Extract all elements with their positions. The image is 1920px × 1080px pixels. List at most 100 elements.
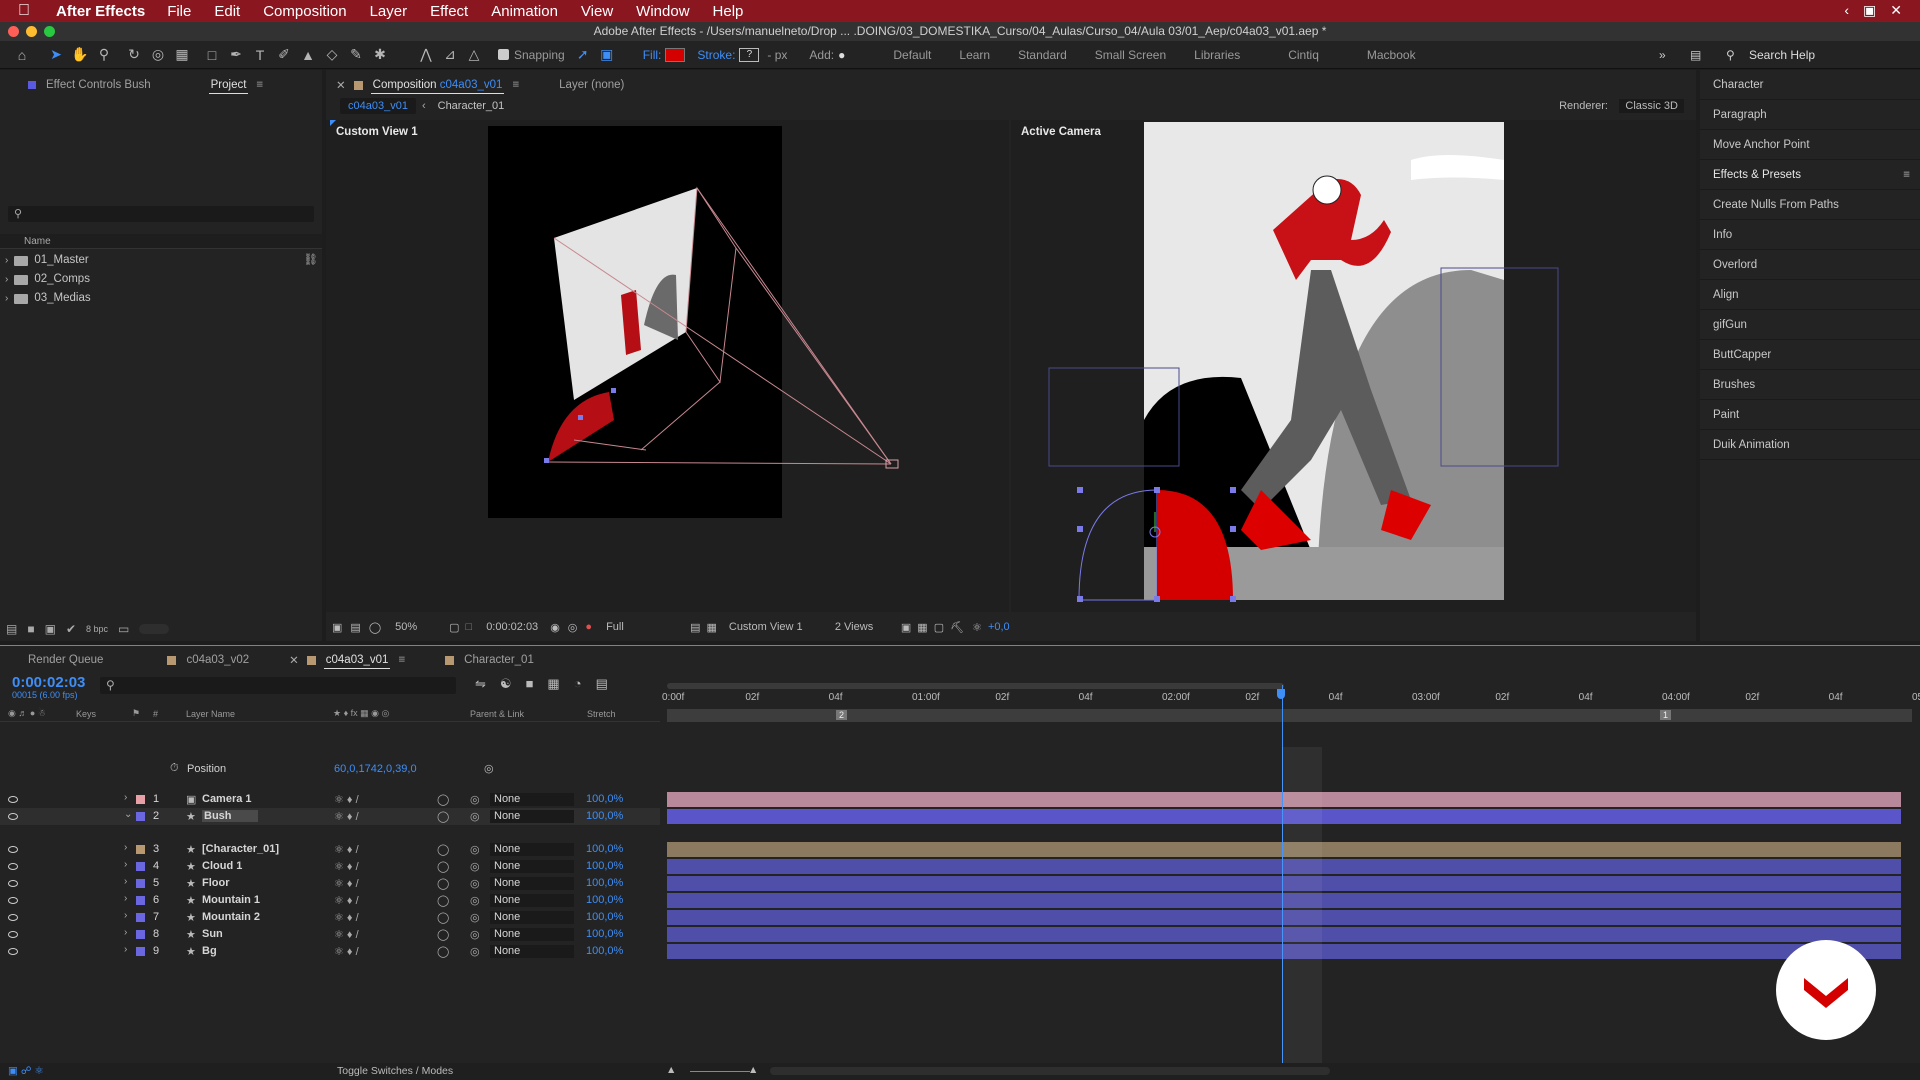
pick-whip-icon[interactable]: ◎ <box>470 928 480 941</box>
snap-edges-icon[interactable]: ➚ <box>573 45 593 65</box>
tab-project[interactable]: Project <box>201 74 257 96</box>
panel-paragraph[interactable]: Paragraph <box>1700 100 1920 130</box>
time-ruler[interactable]: 2 1 0:00f 02f 04f 01:00f 02f 04f 02:00f 02f 04f 0… <box>660 675 1920 723</box>
panel-menu-icon[interactable]: ≡ <box>256 79 263 91</box>
menu-window[interactable]: Window <box>636 3 689 20</box>
label-color[interactable] <box>136 845 145 854</box>
panel-menu-icon[interactable]: ≡ <box>398 654 405 666</box>
eraser-tool-icon[interactable]: ◇ <box>322 45 342 65</box>
new-folder-icon[interactable]: ■ <box>27 622 34 636</box>
tab-composition[interactable]: Composition c04a03_v01 <box>363 74 513 96</box>
panel-buttcapper[interactable]: ButtCapper <box>1700 340 1920 370</box>
workspace-panel-icon[interactable]: ▤ <box>1690 48 1701 62</box>
switches-column-icon[interactable]: ★ ♦ fx ▦ ◉ ◎ <box>333 708 389 719</box>
thumbnail-slider[interactable] <box>139 624 170 634</box>
crumb-comp[interactable]: c04a03_v01 <box>340 98 416 114</box>
eye-icon[interactable] <box>8 863 18 870</box>
switches-icon[interactable]: ⚛ ♦ / <box>334 810 359 823</box>
chevron-right-icon[interactable]: › <box>5 251 8 270</box>
playhead-handle[interactable] <box>1277 689 1285 699</box>
chevron-right-icon[interactable]: › <box>124 842 127 853</box>
graph-editor-icon[interactable]: ▤ <box>596 676 608 692</box>
tab-character-01[interactable]: Character_01 <box>454 649 544 671</box>
region-icon[interactable]: □ <box>466 621 473 633</box>
active-camera-viewer[interactable]: Active Camera <box>1011 120 1696 612</box>
current-time[interactable]: 0:00:02:03 <box>486 621 538 633</box>
tab-render-queue[interactable]: Render Queue <box>18 649 113 671</box>
list-item[interactable]: › 01_Master ⛓ <box>0 251 322 270</box>
local-axis-icon[interactable]: ⋀ <box>416 45 436 65</box>
stretch-value[interactable]: 100,0% <box>586 843 623 855</box>
pan-behind-icon[interactable]: ▦ <box>172 45 192 65</box>
timeline-timecode[interactable]: 0:00:02:03 <box>12 674 85 691</box>
active-camera-canvas[interactable] <box>1011 120 1696 612</box>
parent-dropdown[interactable]: None <box>490 810 574 823</box>
eye-icon[interactable] <box>8 846 18 853</box>
label-color[interactable] <box>136 913 145 922</box>
chevron-right-icon[interactable]: › <box>124 910 127 921</box>
flowchart-icon[interactable]: ⛏ <box>950 621 964 634</box>
label-color[interactable] <box>136 879 145 888</box>
pick-whip-icon[interactable]: ◎ <box>470 894 480 907</box>
label-color[interactable] <box>136 896 145 905</box>
zoom-out-icon[interactable]: ▲ <box>666 1064 676 1076</box>
keys-column[interactable]: Keys <box>76 709 96 719</box>
layer-name[interactable]: Sun <box>202 928 223 940</box>
layer-row[interactable]: › 9 ★ Bg ⚛ ♦ / ◯ ◎ None 100,0% <box>0 943 660 960</box>
layer-row[interactable]: › 1 ▣ Camera 1 ⚛ ♦ / ◯ ◎ None 100,0% <box>0 791 660 808</box>
layer-row[interactable]: › 8 ★ Sun ⚛ ♦ / ◯ ◎ None 100,0% <box>0 926 660 943</box>
pick-whip-icon[interactable]: ◎ <box>470 843 480 856</box>
parent-dropdown[interactable]: None <box>490 894 574 907</box>
comp-mini-flowchart-icon[interactable]: ⇋ <box>475 676 486 692</box>
layer-row[interactable]: › 5 ★ Floor ⚛ ♦ / ◯ ◎ None 100,0% <box>0 875 660 892</box>
menu-layer[interactable]: Layer <box>370 3 408 20</box>
chevron-left-icon[interactable]: ‹ <box>1844 2 1849 19</box>
minimize-window-button[interactable] <box>26 26 37 37</box>
parent-dropdown[interactable]: None <box>490 911 574 924</box>
zoom-window-button[interactable] <box>44 26 55 37</box>
panel-create-nulls[interactable]: Create Nulls From Paths <box>1700 190 1920 220</box>
view-dropdown[interactable]: Custom View 1 <box>729 621 829 633</box>
toggle-transparency-icon[interactable]: ▣ <box>901 621 911 634</box>
panel-brushes[interactable]: Brushes <box>1700 370 1920 400</box>
tab-layer[interactable]: Layer (none) <box>549 74 634 96</box>
eye-icon[interactable] <box>8 914 18 921</box>
stretch-value[interactable]: 100,0% <box>586 911 623 923</box>
type-tool-icon[interactable]: T <box>250 45 270 65</box>
parent-dropdown[interactable]: None <box>490 877 574 890</box>
chevron-right-icon[interactable]: › <box>5 270 8 289</box>
zoom-dropdown[interactable]: 50% <box>395 621 443 633</box>
show-snapshot-icon[interactable]: ◎ <box>568 621 578 634</box>
workspace-standard[interactable]: Standard <box>1018 48 1067 62</box>
stretch-value[interactable]: 100,0% <box>586 810 623 822</box>
apple-icon[interactable]:  <box>18 2 42 20</box>
resolution-icon[interactable]: ▢ <box>449 621 459 634</box>
3d-layer-icon[interactable]: ◯ <box>437 810 449 823</box>
roto-brush-icon[interactable]: ✎ <box>346 45 366 65</box>
menu-view[interactable]: View <box>581 3 613 20</box>
close-icon[interactable]: ✕ <box>289 653 299 667</box>
trash-icon[interactable]: ▭ <box>118 622 129 636</box>
panel-move-anchor-point[interactable]: Move Anchor Point <box>1700 130 1920 160</box>
stroke-width[interactable]: - px <box>767 48 787 62</box>
menu-edit[interactable]: Edit <box>214 3 240 20</box>
search-help-input[interactable]: Search Help <box>1749 48 1815 62</box>
stretch-value[interactable]: 100,0% <box>586 860 623 872</box>
work-area-bar[interactable] <box>667 683 1284 689</box>
layer-name[interactable]: Mountain 2 <box>202 911 260 923</box>
label-color[interactable] <box>136 947 145 956</box>
motion-blur-icon[interactable]: ◔ <box>574 676 582 692</box>
chevron-down-icon[interactable]: ⌄ <box>124 809 132 820</box>
stretch-value[interactable]: 100,0% <box>586 945 623 957</box>
layer-row[interactable]: › 4 ★ Cloud 1 ⚛ ♦ / ◯ ◎ None 100,0% <box>0 858 660 875</box>
fill-swatch[interactable] <box>665 47 686 62</box>
list-item[interactable]: › 02_Comps <box>0 270 322 289</box>
home-icon[interactable]: ⌂ <box>12 45 32 65</box>
crumb-character[interactable]: Character_01 <box>438 100 505 112</box>
workspace-learn[interactable]: Learn <box>959 48 990 62</box>
app-menu[interactable]: After Effects <box>56 3 145 20</box>
hand-tool-icon[interactable]: ✋ <box>70 45 90 65</box>
add-icon[interactable]: ● <box>838 48 845 62</box>
hierarchy-icon[interactable]: ⛓ <box>303 251 318 270</box>
workspace-cintiq[interactable]: Cintiq <box>1288 48 1319 62</box>
